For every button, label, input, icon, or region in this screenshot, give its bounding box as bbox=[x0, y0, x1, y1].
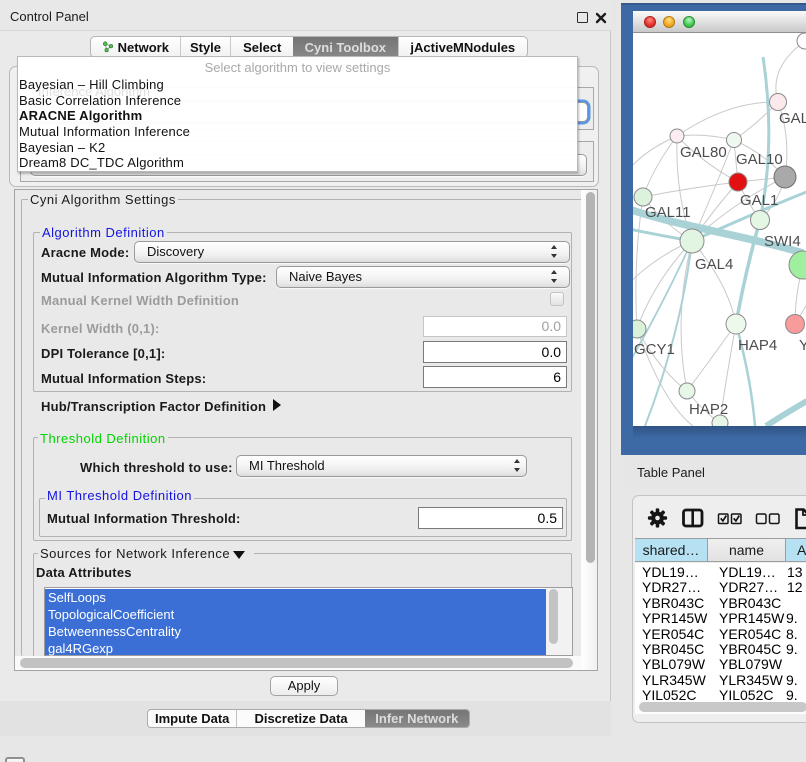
svg-text:Y: Y bbox=[799, 337, 806, 354]
svg-text:GAL1: GAL1 bbox=[740, 192, 778, 209]
svg-text:GAL: GAL bbox=[779, 110, 806, 127]
svg-text:HAP4: HAP4 bbox=[738, 337, 777, 354]
svg-text:HAP2: HAP2 bbox=[689, 401, 728, 418]
svg-text:GAL11: GAL11 bbox=[645, 204, 691, 221]
svg-text:GCY1: GCY1 bbox=[634, 341, 675, 358]
svg-text:GAL80: GAL80 bbox=[680, 144, 727, 161]
svg-text:SWI4: SWI4 bbox=[764, 233, 801, 250]
svg-text:GAL10: GAL10 bbox=[736, 151, 783, 168]
svg-text:GAL4: GAL4 bbox=[695, 256, 733, 273]
